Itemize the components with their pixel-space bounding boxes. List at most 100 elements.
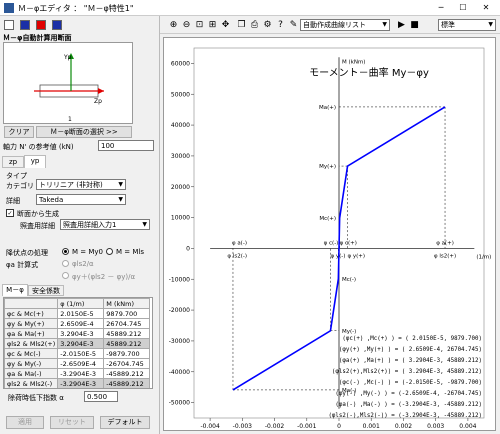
phi-point-label: φ ls2(+) xyxy=(434,253,456,259)
y-tick-label: 0 xyxy=(186,245,190,252)
settings-icon[interactable]: ⚙ xyxy=(262,20,273,31)
auto-list-value: 自動作成曲線リスト xyxy=(303,21,366,29)
phi-point-label: φ ls2(-) xyxy=(227,253,247,259)
stop-icon[interactable]: ■ xyxy=(409,20,420,31)
cell-phi[interactable]: 3.2904E-3 xyxy=(57,328,105,339)
degrade-input[interactable]: 0.500 xyxy=(84,391,118,402)
color-red-icon[interactable] xyxy=(36,20,46,30)
tab-m-phi[interactable]: M－φ xyxy=(2,284,28,296)
row-label: φa & Ma(-) xyxy=(4,368,59,379)
x-tick-label: -0.004 xyxy=(200,423,220,430)
row-label: φls2 & Mls2(+) xyxy=(4,338,59,349)
m-point-label: Mc(-) xyxy=(342,277,356,283)
apply-button[interactable]: 適用 xyxy=(6,416,44,429)
pan-icon[interactable]: ✥ xyxy=(220,20,231,31)
reset-button[interactable]: リセット xyxy=(50,416,94,429)
zoom-window-icon[interactable]: ⊡ xyxy=(194,20,205,31)
radio-my0[interactable] xyxy=(62,248,69,255)
default-button[interactable]: デフォルト xyxy=(100,416,150,429)
table-row[interactable]: φls2 & Mls2(+) 3.2904E-3 45889.212 xyxy=(4,338,151,349)
radio-formula2[interactable] xyxy=(62,272,69,279)
style-select[interactable]: 標準 ▼ xyxy=(438,19,496,31)
tab-safety[interactable]: 安全係数 xyxy=(28,285,64,296)
lamp-icon[interactable]: ✎ xyxy=(288,20,299,31)
chevron-down-icon: ▼ xyxy=(382,21,387,28)
cell-m[interactable]: 9879.700 xyxy=(103,308,151,319)
table-row[interactable]: φc & Mc(-) -2.0150E-5 -9879.700 xyxy=(4,348,151,359)
cell-m[interactable]: 26704.745 xyxy=(103,318,151,329)
tab-zp[interactable]: zp xyxy=(2,156,24,168)
cell-phi[interactable]: 2.0150E-5 xyxy=(57,308,105,319)
y-tick-label: 60000 xyxy=(171,60,190,67)
zoom-out-icon[interactable]: ⊖ xyxy=(181,20,192,31)
title-bar: Ｍ－φエディタ ： "Ｍ－φ特性1" ─ ☐ ✕ xyxy=(0,0,500,16)
auto-list-select[interactable]: 自動作成曲線リスト ▼ xyxy=(300,19,390,31)
color-navy-icon[interactable] xyxy=(52,20,62,30)
table-row[interactable]: φls2 & Mls2(-) -3.2904E-3 -45889.212 xyxy=(4,378,151,388)
maximize-button[interactable]: ☐ xyxy=(452,2,474,14)
axial-force-input[interactable]: 100 xyxy=(98,140,154,151)
cell-m[interactable]: 45889.212 xyxy=(103,328,151,339)
y-tick-label: -50000 xyxy=(169,400,190,407)
cell-phi[interactable]: -2.6509E-4 xyxy=(57,358,105,369)
chevron-down-icon: ▼ xyxy=(142,221,147,228)
axial-force-label: 軸力 N' の参考値 (kN) xyxy=(3,143,74,151)
color-blue-icon[interactable] xyxy=(20,20,30,30)
cell-m[interactable]: -9879.700 xyxy=(103,348,151,359)
formula2-label: φy＋(φls2 － φy)/α xyxy=(72,273,136,281)
row-label: φc & Mc(-) xyxy=(4,348,59,359)
table-row[interactable]: φy & My(-) -2.6509E-4 -26704.745 xyxy=(4,358,151,369)
cell-m[interactable]: -26704.745 xyxy=(103,358,151,369)
tab-yp[interactable]: yp xyxy=(24,155,46,168)
table-row[interactable]: φy & My(+) 2.6509E-4 26704.745 xyxy=(4,318,151,329)
radio-formula1[interactable] xyxy=(62,260,69,267)
cell-m[interactable]: -45889.212 xyxy=(103,378,151,388)
print-icon[interactable]: ⎙ xyxy=(249,20,260,31)
minimize-button[interactable]: ─ xyxy=(430,2,452,14)
chart-panel: -0.004 -0.003 -0.002 -0.001 0 0.001 0.002 0.003… xyxy=(163,37,496,431)
mphi-table: φ (1/m) M (kNm) φc & Mc(+) 2.0150E-5 9879.… xyxy=(4,298,151,388)
y-tick-label: 20000 xyxy=(171,184,190,191)
color-white-icon[interactable] xyxy=(4,20,14,30)
section-preview-svg: Yp Zp 1 xyxy=(34,53,104,123)
detail-select[interactable]: Takeda ▼ xyxy=(36,194,126,205)
y-tick-label: 50000 xyxy=(171,91,190,98)
zoom-in-icon[interactable]: ⊕ xyxy=(168,20,179,31)
y-tick-label: -20000 xyxy=(169,307,190,314)
clear-button[interactable]: クリア xyxy=(4,126,34,138)
legend-line: (φc(+) ,Mc(+) ) = ( 2.0150E-5, 9879.700) xyxy=(342,336,482,342)
close-button[interactable]: ✕ xyxy=(475,2,497,14)
legend-line: (φls2(+),Mls2(+)) = ( 3.2904E-3, 45889.2… xyxy=(332,369,482,375)
x-tick-label: 0.001 xyxy=(363,423,380,430)
radio-my0-label: M = My0 xyxy=(72,248,103,256)
play-icon[interactable]: ▶ xyxy=(396,20,407,31)
radio-mls[interactable] xyxy=(106,248,113,255)
generate-label: 断面から生成 xyxy=(17,210,59,218)
cell-phi[interactable]: 3.2904E-3 xyxy=(57,338,105,349)
category-select[interactable]: トリリニア (非対称) ▼ xyxy=(36,179,126,190)
row-label: φls2 & Mls2(-) xyxy=(4,378,59,388)
legend-line: (φls2(-),Mls2(-)) = (-3.2904E-3, -45889.… xyxy=(328,413,482,419)
x-tick-label: -0.003 xyxy=(233,423,253,430)
cell-m[interactable]: -45889.212 xyxy=(103,368,151,379)
table-row[interactable]: φa & Ma(+) 3.2904E-3 45889.212 xyxy=(4,328,151,339)
cell-phi[interactable]: -2.0150E-5 xyxy=(57,348,105,359)
m-axis-label: M (kNm) xyxy=(342,59,365,65)
category-value: トリリニア (非対称) xyxy=(39,181,103,189)
help-icon[interactable]: ? xyxy=(275,20,286,31)
cell-m[interactable]: 45889.212 xyxy=(103,338,151,349)
reinforce-value: 照査用詳細入力1 xyxy=(63,221,117,229)
dropping-label: 降伏点の処理 xyxy=(6,249,48,257)
reinforce-select[interactable]: 照査用詳細入力1 ▼ xyxy=(60,219,150,230)
generate-checkbox[interactable]: ✓ xyxy=(6,209,14,217)
y-tick-label: -30000 xyxy=(169,338,190,345)
table-row[interactable]: φc & Mc(+) 2.0150E-5 9879.700 xyxy=(4,308,151,319)
axis-y-label: Yp xyxy=(63,54,72,61)
select-section-button[interactable]: Ｍ－φ断面の選択 >> xyxy=(36,126,132,138)
cell-phi[interactable]: 2.6509E-4 xyxy=(57,318,105,329)
cell-phi[interactable]: -3.2904E-3 xyxy=(57,368,105,379)
copy-icon[interactable]: ❐ xyxy=(236,20,247,31)
cell-phi[interactable]: -3.2904E-3 xyxy=(57,378,105,388)
table-row[interactable]: φa & Ma(-) -3.2904E-3 -45889.212 xyxy=(4,368,151,379)
zoom-all-icon[interactable]: ⊞ xyxy=(207,20,218,31)
